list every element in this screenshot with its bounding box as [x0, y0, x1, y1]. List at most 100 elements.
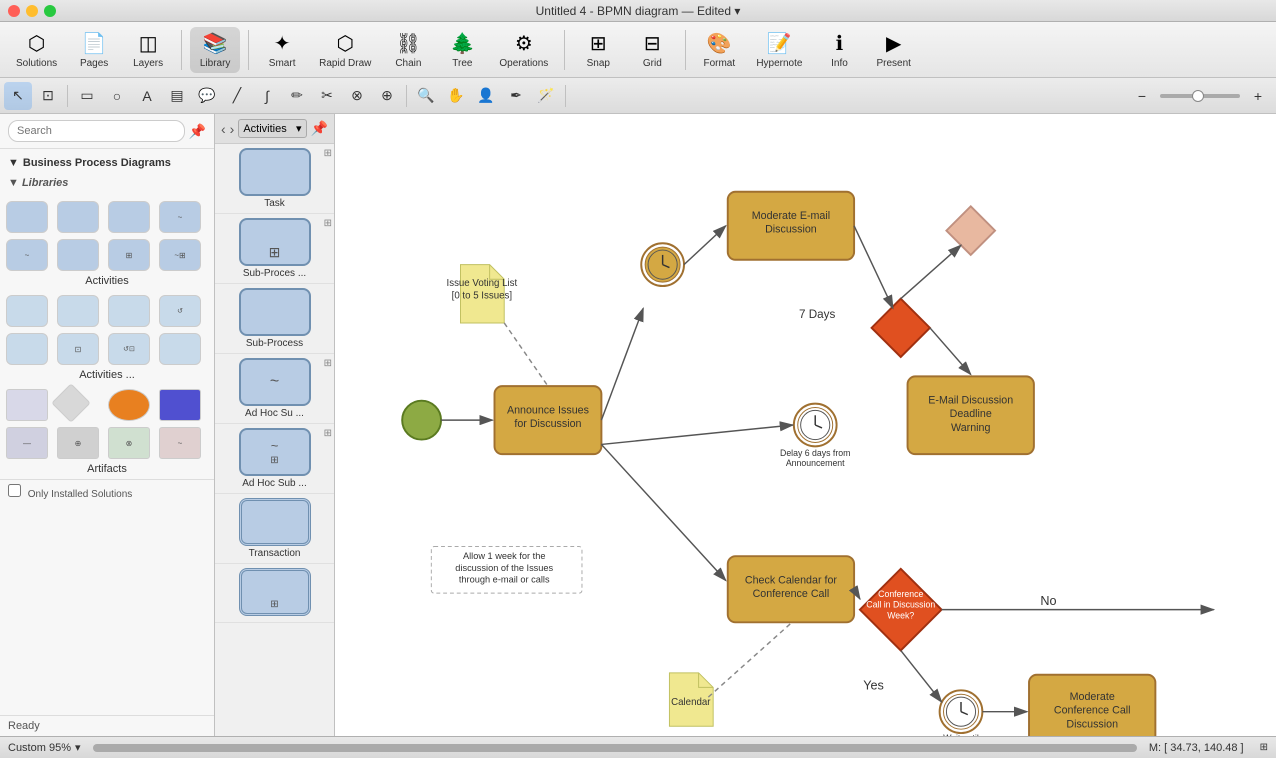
lib-item-adhoc[interactable]: ~ Ad Hoc Su ... ⊞	[215, 354, 334, 424]
rapid-draw-button[interactable]: ⬡ Rapid Draw	[311, 27, 379, 73]
lib-item-more[interactable]: ⊞	[215, 564, 334, 623]
hypernote-button[interactable]: 📝 Hypernote	[748, 27, 810, 73]
present-button[interactable]: ▶ Present	[868, 27, 918, 73]
info-label: Info	[831, 58, 848, 69]
shape-cell-3[interactable]	[108, 201, 150, 233]
gw1-to-warning	[930, 328, 971, 375]
snap-label: Snap	[587, 58, 610, 69]
svg-text:Conference: Conference	[878, 589, 923, 599]
layers-button[interactable]: ◫ Layers	[123, 27, 173, 73]
lib-item-task[interactable]: Task ⊞	[215, 144, 334, 214]
artifact-cell-2[interactable]	[51, 383, 91, 423]
shape-cell-12[interactable]: ↺	[159, 295, 201, 327]
calendar-note[interactable]: Calendar	[669, 673, 713, 726]
zoom-selector[interactable]: Custom 95% ▾	[8, 741, 81, 754]
start-event[interactable]	[402, 401, 441, 440]
shape-cell-6[interactable]	[57, 239, 99, 271]
artifact-cell-5[interactable]: —	[6, 427, 48, 459]
shape-cell-8[interactable]: ~⊞	[159, 239, 201, 271]
solutions-button[interactable]: ⬡ Solutions	[8, 27, 65, 73]
pen-tool[interactable]: ✒	[502, 82, 530, 110]
shape-cell-4[interactable]: ~	[159, 201, 201, 233]
only-installed-checkbox[interactable]	[8, 484, 21, 497]
shape-cell-9[interactable]	[6, 295, 48, 327]
lib-item-subprocess[interactable]: ⊞ Sub-Proces ... ⊞	[215, 214, 334, 284]
search-input[interactable]	[8, 120, 185, 142]
shape-cell-14[interactable]: ⊡	[57, 333, 99, 365]
libraries-section[interactable]: ▼ Libraries	[0, 173, 214, 193]
curve-tool[interactable]: ∫	[253, 82, 281, 110]
nav-back-button[interactable]: ‹	[221, 121, 226, 137]
pages-button[interactable]: 📄 Pages	[69, 27, 119, 73]
search-tool[interactable]: 🔍	[412, 82, 440, 110]
shape-tool[interactable]: ⊕	[373, 82, 401, 110]
zoom-in-button[interactable]: +	[1244, 82, 1272, 110]
line-tool[interactable]: ╱	[223, 82, 251, 110]
lib-item-adhoc2[interactable]: ~ ⊞ Ad Hoc Sub ... ⊞	[215, 424, 334, 494]
scissor-tool[interactable]: ✂	[313, 82, 341, 110]
activities-more-grid2: ⊡ ↺⊡	[0, 331, 214, 367]
shape-cell-11[interactable]	[108, 295, 150, 327]
only-installed[interactable]: Only Installed Solutions	[0, 479, 214, 504]
gateway-1[interactable]	[872, 299, 930, 357]
shape-cell-15[interactable]: ↺⊡	[108, 333, 150, 365]
panel-pin-icon[interactable]: 📌	[311, 120, 328, 137]
lib-item-transaction[interactable]: Transaction	[215, 494, 334, 564]
subprocess2-shape	[239, 288, 311, 336]
ellipse-tool[interactable]: ○	[103, 82, 131, 110]
tree-button[interactable]: 🌲 Tree	[437, 27, 487, 73]
selection-tool[interactable]: ⊡	[34, 82, 62, 110]
user-tool[interactable]: 👤	[472, 82, 500, 110]
snap-button[interactable]: ⊞ Snap	[573, 27, 623, 73]
pan-tool[interactable]: ✋	[442, 82, 470, 110]
pencil-tool[interactable]: ✏	[283, 82, 311, 110]
library-button[interactable]: 📚 Library	[190, 27, 240, 73]
scroll-bar[interactable]	[93, 744, 1137, 752]
shape-cell-1[interactable]	[6, 201, 48, 233]
transaction-label: Transaction	[249, 548, 301, 559]
zoom-out-button[interactable]: −	[1128, 82, 1156, 110]
text-tool[interactable]: A	[133, 82, 161, 110]
canvas[interactable]: Issue Voting List [0 to 5 Issues] Announ…	[335, 114, 1276, 736]
lib-item-subprocess2[interactable]: Sub-Process	[215, 284, 334, 354]
info-button[interactable]: ℹ Info	[814, 27, 864, 73]
shape-cell-2[interactable]	[57, 201, 99, 233]
artifact-cell-1[interactable]	[6, 389, 48, 421]
issue-voting-note[interactable]: Issue Voting List [0 to 5 Issues]	[447, 265, 518, 323]
select-tool[interactable]: ↖	[4, 82, 32, 110]
zoom-slider[interactable]	[1160, 94, 1240, 98]
shape-cell-7[interactable]: ⊞	[108, 239, 150, 271]
artifact-cell-3[interactable]	[108, 389, 150, 421]
format-button[interactable]: 🎨 Format	[694, 27, 744, 73]
artifact-cell-4[interactable]	[159, 389, 201, 421]
minimize-button[interactable]	[26, 5, 38, 17]
close-button[interactable]	[8, 5, 20, 17]
sidebar-pin-icon[interactable]: 📌	[189, 123, 206, 140]
bpd-section[interactable]: ▼ Business Process Diagrams	[0, 153, 214, 173]
callout-tool[interactable]: 💬	[193, 82, 221, 110]
svg-text:through e-mail or calls: through e-mail or calls	[459, 574, 550, 584]
maximize-button[interactable]	[44, 5, 56, 17]
resize-handle[interactable]: ⊞	[1260, 742, 1268, 753]
end-gateway[interactable]	[946, 206, 995, 255]
wand-tool[interactable]: 🪄	[532, 82, 560, 110]
chain-button[interactable]: ⛓ Chain	[383, 27, 433, 73]
shape-cell-13[interactable]	[6, 333, 48, 365]
artifact-cell-7[interactable]: ⊗	[108, 427, 150, 459]
artifact-cell-8[interactable]: ~	[159, 427, 201, 459]
table-tool[interactable]: ▤	[163, 82, 191, 110]
shape-cell-10[interactable]	[57, 295, 99, 327]
operations-button[interactable]: ⚙ Operations	[491, 27, 556, 73]
shape-cell-5[interactable]: ~	[6, 239, 48, 271]
rect-tool[interactable]: ▭	[73, 82, 101, 110]
no-label: No	[1040, 594, 1056, 608]
grid-button[interactable]: ⊟ Grid	[627, 27, 677, 73]
artifacts-panel: — ⊕ ⊗ ~ Artifacts	[0, 385, 214, 475]
svg-text:discussion of the Issues: discussion of the Issues	[455, 563, 553, 573]
cut-tool[interactable]: ⊗	[343, 82, 371, 110]
smart-button[interactable]: ✦ Smart	[257, 27, 307, 73]
artifact-cell-6[interactable]: ⊕	[57, 427, 99, 459]
shape-cell-16[interactable]	[159, 333, 201, 365]
nav-forward-button[interactable]: ›	[230, 121, 235, 137]
panel-dropdown[interactable]: Activities ▾	[238, 119, 306, 138]
